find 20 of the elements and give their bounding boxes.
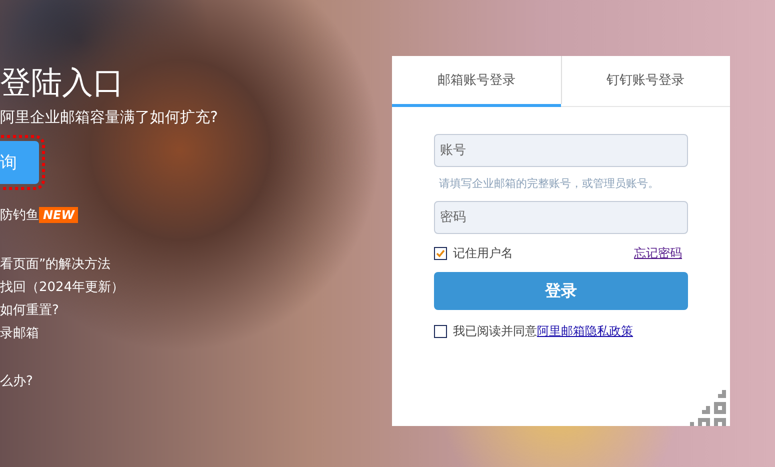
news-link[interactable]: 防钓鱼 xyxy=(0,206,39,224)
help-link[interactable]: 看页面”的解决方法 xyxy=(0,255,124,273)
agree-text: 我已阅读并同意阿里邮箱隐私政策 xyxy=(453,323,633,340)
agree-checkbox[interactable] xyxy=(434,325,447,338)
remember-label: 记住用户名 xyxy=(453,245,513,262)
help-link[interactable]: 录邮箱 xyxy=(0,324,124,342)
help-link[interactable]: 找回（2024年更新） xyxy=(0,278,124,296)
account-hint: 请填写企业邮箱的完整账号，或管理员账号。 xyxy=(439,176,660,191)
page-heading: 登陆入口 xyxy=(0,64,124,102)
remember-checkbox[interactable] xyxy=(434,247,447,260)
login-tab[interactable]: 邮箱账号登录 xyxy=(392,56,561,107)
forgot-password-link[interactable]: 忘记密码 xyxy=(634,245,682,262)
help-link[interactable]: 么办? xyxy=(0,372,33,390)
account-field[interactable]: 账号 xyxy=(434,134,688,167)
new-badge: NEW xyxy=(39,207,78,223)
faq-question: 阿里企业邮箱容量满了如何扩充? xyxy=(0,108,218,127)
help-link[interactable]: 如何重置? xyxy=(0,301,124,319)
password-field[interactable]: 密码 xyxy=(434,201,688,234)
privacy-link[interactable]: 阿里邮箱隐私政策 xyxy=(537,324,633,338)
login-tab[interactable]: 钉钉账号登录 xyxy=(561,56,730,107)
